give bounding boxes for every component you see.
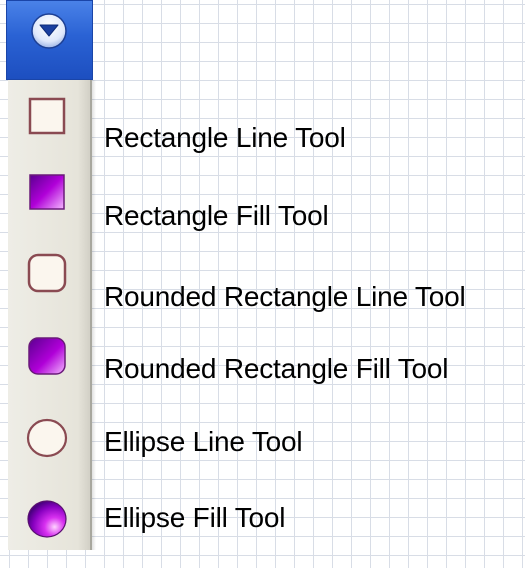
tool-label-rectangle-line: Rectangle Line Tool [104, 122, 346, 153]
tool-dropdown-button[interactable] [6, 0, 93, 80]
ellipse-outline-icon [26, 418, 68, 458]
rectangle-outline-icon [28, 97, 66, 135]
page: { "dropdown": { "icon": "chevron-down-ic… [0, 0, 525, 550]
tool-rounded-rectangle-line[interactable] [8, 248, 92, 322]
tool-label-rounded-rectangle-fill: Rounded Rectangle Fill Tool [104, 353, 449, 384]
tool-rectangle-line[interactable] [8, 92, 92, 166]
chevron-down-icon [31, 13, 67, 49]
tool-palette [8, 80, 96, 550]
tool-label-ellipse-line: Ellipse Line Tool [104, 426, 303, 457]
ellipse-filled-icon [27, 500, 67, 538]
tool-label-rectangle-fill: Rectangle Fill Tool [104, 200, 329, 231]
rectangle-filled-icon [29, 174, 65, 210]
rounded-rectangle-filled-icon [28, 337, 66, 375]
tool-ellipse-line[interactable] [8, 413, 92, 487]
tool-label-ellipse-fill: Ellipse Fill Tool [104, 502, 286, 533]
tool-ellipse-fill[interactable] [8, 494, 92, 568]
rounded-rectangle-outline-icon [27, 253, 67, 293]
tool-rounded-rectangle-fill[interactable] [8, 331, 92, 405]
tool-label-rounded-rectangle-line: Rounded Rectangle Line Tool [104, 281, 466, 312]
tool-rectangle-fill[interactable] [8, 168, 92, 242]
